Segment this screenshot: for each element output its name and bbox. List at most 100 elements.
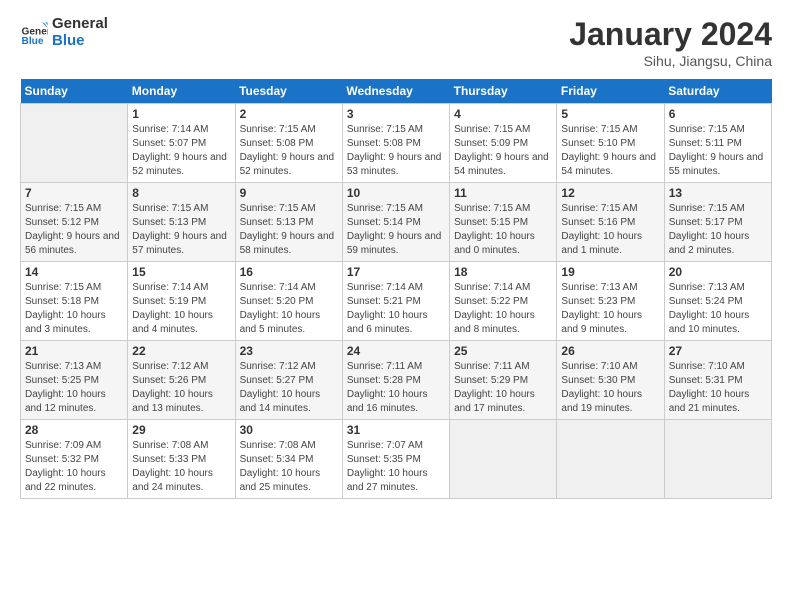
day-info: Sunrise: 7:14 AM Sunset: 5:20 PM Dayligh… — [240, 281, 338, 337]
day-info: Sunrise: 7:15 AM Sunset: 5:11 PM Dayligh… — [669, 123, 767, 179]
calendar-cell — [21, 104, 128, 183]
day-info: Sunrise: 7:13 AM Sunset: 5:24 PM Dayligh… — [669, 281, 767, 337]
day-number: 9 — [240, 186, 338, 200]
day-info: Sunrise: 7:15 AM Sunset: 5:13 PM Dayligh… — [240, 202, 338, 258]
calendar-cell: 18 Sunrise: 7:14 AM Sunset: 5:22 PM Dayl… — [450, 262, 557, 341]
location: Sihu, Jiangsu, China — [569, 53, 772, 69]
day-number: 19 — [561, 265, 659, 279]
calendar-cell: 11 Sunrise: 7:15 AM Sunset: 5:15 PM Dayl… — [450, 183, 557, 262]
day-number: 31 — [347, 423, 445, 437]
day-info: Sunrise: 7:12 AM Sunset: 5:27 PM Dayligh… — [240, 360, 338, 416]
calendar-cell: 4 Sunrise: 7:15 AM Sunset: 5:09 PM Dayli… — [450, 104, 557, 183]
day-info: Sunrise: 7:15 AM Sunset: 5:17 PM Dayligh… — [669, 202, 767, 258]
day-info: Sunrise: 7:14 AM Sunset: 5:19 PM Dayligh… — [132, 281, 230, 337]
header-thursday: Thursday — [450, 79, 557, 104]
day-number: 27 — [669, 344, 767, 358]
calendar-cell: 19 Sunrise: 7:13 AM Sunset: 5:23 PM Dayl… — [557, 262, 664, 341]
calendar-table: Sunday Monday Tuesday Wednesday Thursday… — [20, 79, 772, 499]
calendar-cell: 12 Sunrise: 7:15 AM Sunset: 5:16 PM Dayl… — [557, 183, 664, 262]
calendar-cell: 15 Sunrise: 7:14 AM Sunset: 5:19 PM Dayl… — [128, 262, 235, 341]
day-number: 5 — [561, 107, 659, 121]
day-info: Sunrise: 7:07 AM Sunset: 5:35 PM Dayligh… — [347, 439, 445, 495]
logo-text-blue: Blue — [52, 33, 108, 50]
calendar-cell: 6 Sunrise: 7:15 AM Sunset: 5:11 PM Dayli… — [664, 104, 771, 183]
day-info: Sunrise: 7:09 AM Sunset: 5:32 PM Dayligh… — [25, 439, 123, 495]
day-number: 20 — [669, 265, 767, 279]
day-number: 6 — [669, 107, 767, 121]
header-monday: Monday — [128, 79, 235, 104]
header: General Blue General Blue January 2024 S… — [20, 16, 772, 69]
day-number: 30 — [240, 423, 338, 437]
calendar-cell: 14 Sunrise: 7:15 AM Sunset: 5:18 PM Dayl… — [21, 262, 128, 341]
day-number: 7 — [25, 186, 123, 200]
day-info: Sunrise: 7:15 AM Sunset: 5:18 PM Dayligh… — [25, 281, 123, 337]
calendar-cell: 31 Sunrise: 7:07 AM Sunset: 5:35 PM Dayl… — [342, 420, 449, 499]
day-info: Sunrise: 7:14 AM Sunset: 5:07 PM Dayligh… — [132, 123, 230, 179]
day-info: Sunrise: 7:15 AM Sunset: 5:08 PM Dayligh… — [240, 123, 338, 179]
day-info: Sunrise: 7:12 AM Sunset: 5:26 PM Dayligh… — [132, 360, 230, 416]
calendar-cell: 24 Sunrise: 7:11 AM Sunset: 5:28 PM Dayl… — [342, 341, 449, 420]
calendar-cell: 7 Sunrise: 7:15 AM Sunset: 5:12 PM Dayli… — [21, 183, 128, 262]
day-info: Sunrise: 7:08 AM Sunset: 5:33 PM Dayligh… — [132, 439, 230, 495]
day-number: 4 — [454, 107, 552, 121]
day-number: 24 — [347, 344, 445, 358]
day-number: 28 — [25, 423, 123, 437]
day-info: Sunrise: 7:15 AM Sunset: 5:10 PM Dayligh… — [561, 123, 659, 179]
day-number: 1 — [132, 107, 230, 121]
day-number: 11 — [454, 186, 552, 200]
header-friday: Friday — [557, 79, 664, 104]
day-info: Sunrise: 7:15 AM Sunset: 5:13 PM Dayligh… — [132, 202, 230, 258]
day-number: 22 — [132, 344, 230, 358]
calendar-week-4: 28 Sunrise: 7:09 AM Sunset: 5:32 PM Dayl… — [21, 420, 772, 499]
day-number: 25 — [454, 344, 552, 358]
logo-text-general: General — [52, 16, 108, 33]
calendar-cell: 27 Sunrise: 7:10 AM Sunset: 5:31 PM Dayl… — [664, 341, 771, 420]
day-number: 18 — [454, 265, 552, 279]
calendar-cell: 17 Sunrise: 7:14 AM Sunset: 5:21 PM Dayl… — [342, 262, 449, 341]
logo: General Blue General Blue — [20, 16, 108, 49]
calendar-cell: 3 Sunrise: 7:15 AM Sunset: 5:08 PM Dayli… — [342, 104, 449, 183]
header-saturday: Saturday — [664, 79, 771, 104]
calendar-cell: 22 Sunrise: 7:12 AM Sunset: 5:26 PM Dayl… — [128, 341, 235, 420]
day-info: Sunrise: 7:13 AM Sunset: 5:23 PM Dayligh… — [561, 281, 659, 337]
day-number: 16 — [240, 265, 338, 279]
page: General Blue General Blue January 2024 S… — [0, 0, 792, 509]
calendar-week-2: 14 Sunrise: 7:15 AM Sunset: 5:18 PM Dayl… — [21, 262, 772, 341]
day-number: 8 — [132, 186, 230, 200]
calendar-cell: 13 Sunrise: 7:15 AM Sunset: 5:17 PM Dayl… — [664, 183, 771, 262]
header-wednesday: Wednesday — [342, 79, 449, 104]
day-number: 15 — [132, 265, 230, 279]
day-info: Sunrise: 7:15 AM Sunset: 5:14 PM Dayligh… — [347, 202, 445, 258]
day-number: 10 — [347, 186, 445, 200]
calendar-week-0: 1 Sunrise: 7:14 AM Sunset: 5:07 PM Dayli… — [21, 104, 772, 183]
day-number: 3 — [347, 107, 445, 121]
day-info: Sunrise: 7:15 AM Sunset: 5:16 PM Dayligh… — [561, 202, 659, 258]
calendar-cell: 5 Sunrise: 7:15 AM Sunset: 5:10 PM Dayli… — [557, 104, 664, 183]
calendar-cell — [557, 420, 664, 499]
calendar-cell: 2 Sunrise: 7:15 AM Sunset: 5:08 PM Dayli… — [235, 104, 342, 183]
header-tuesday: Tuesday — [235, 79, 342, 104]
calendar-header-row: Sunday Monday Tuesday Wednesday Thursday… — [21, 79, 772, 104]
calendar-cell: 10 Sunrise: 7:15 AM Sunset: 5:14 PM Dayl… — [342, 183, 449, 262]
calendar-cell: 16 Sunrise: 7:14 AM Sunset: 5:20 PM Dayl… — [235, 262, 342, 341]
day-number: 14 — [25, 265, 123, 279]
day-info: Sunrise: 7:08 AM Sunset: 5:34 PM Dayligh… — [240, 439, 338, 495]
day-info: Sunrise: 7:13 AM Sunset: 5:25 PM Dayligh… — [25, 360, 123, 416]
calendar-cell — [450, 420, 557, 499]
svg-text:Blue: Blue — [22, 35, 44, 46]
calendar-cell: 25 Sunrise: 7:11 AM Sunset: 5:29 PM Dayl… — [450, 341, 557, 420]
calendar-cell: 23 Sunrise: 7:12 AM Sunset: 5:27 PM Dayl… — [235, 341, 342, 420]
calendar-cell: 21 Sunrise: 7:13 AM Sunset: 5:25 PM Dayl… — [21, 341, 128, 420]
title-block: January 2024 Sihu, Jiangsu, China — [569, 16, 772, 69]
day-info: Sunrise: 7:14 AM Sunset: 5:21 PM Dayligh… — [347, 281, 445, 337]
day-info: Sunrise: 7:15 AM Sunset: 5:12 PM Dayligh… — [25, 202, 123, 258]
header-sunday: Sunday — [21, 79, 128, 104]
calendar-week-3: 21 Sunrise: 7:13 AM Sunset: 5:25 PM Dayl… — [21, 341, 772, 420]
day-number: 26 — [561, 344, 659, 358]
calendar-cell: 29 Sunrise: 7:08 AM Sunset: 5:33 PM Dayl… — [128, 420, 235, 499]
day-info: Sunrise: 7:10 AM Sunset: 5:31 PM Dayligh… — [669, 360, 767, 416]
calendar-week-1: 7 Sunrise: 7:15 AM Sunset: 5:12 PM Dayli… — [21, 183, 772, 262]
day-info: Sunrise: 7:15 AM Sunset: 5:08 PM Dayligh… — [347, 123, 445, 179]
day-number: 17 — [347, 265, 445, 279]
month-title: January 2024 — [569, 16, 772, 53]
